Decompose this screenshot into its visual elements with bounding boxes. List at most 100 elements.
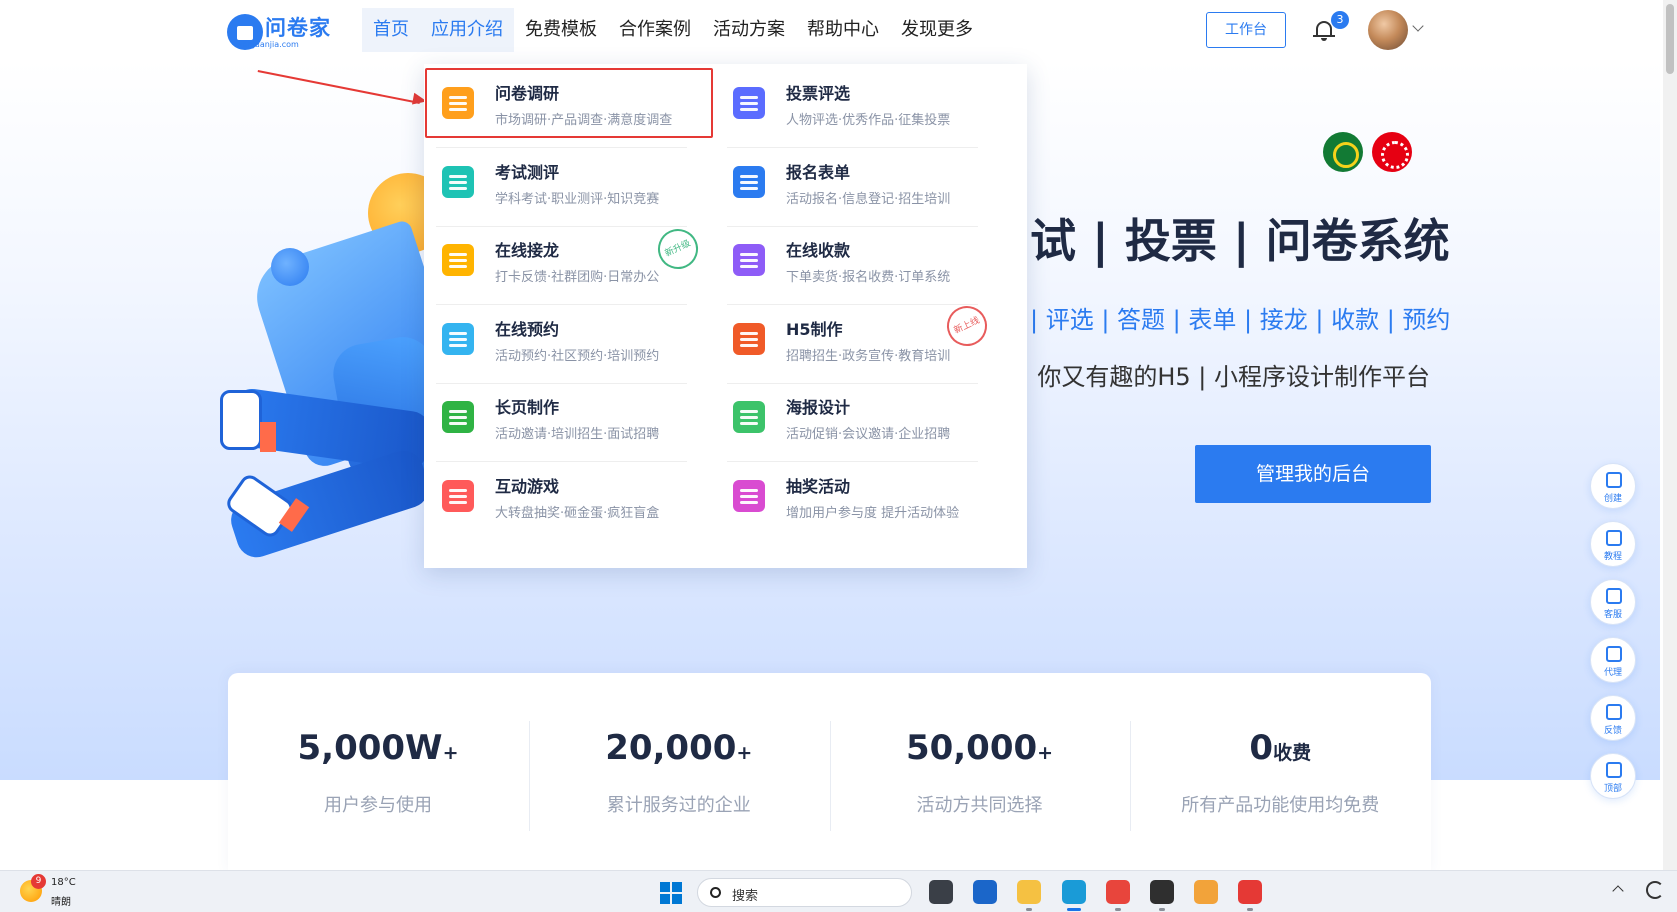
notification-badge: 3 [1331, 11, 1349, 29]
side-tool-1[interactable]: 教程 [1590, 521, 1636, 567]
taskbar-running-indicator [1115, 908, 1121, 911]
dropdown-item-6[interactable]: 在线预约 活动预约·社区预约·培训预约 [424, 300, 699, 384]
side-tool-label: 创建 [1603, 494, 1622, 504]
page-scrollbar[interactable] [1663, 0, 1677, 870]
side-tool-0[interactable]: 创建 [1590, 463, 1636, 509]
hero-title: 试 | 投票 | 问卷系统 [1030, 214, 1450, 268]
site-header: 问卷家 wenjuanjia.com 首页 应用介绍 免费模板 合作案例 活动方案 帮助中… [0, 0, 1660, 60]
longpage-icon [442, 401, 474, 433]
side-tool-2[interactable]: 客服 [1590, 579, 1636, 625]
side-tool-label: 反馈 [1603, 726, 1622, 736]
windows-start-icon[interactable] [660, 882, 682, 904]
annotation-highlight-box [425, 68, 713, 138]
task-view-icon[interactable] [929, 880, 953, 904]
create-icon [1606, 472, 1622, 488]
side-tool-4[interactable]: 反馈 [1590, 695, 1636, 741]
dropdown-item-10[interactable]: 互动游戏 大转盘抽奖·砸金蛋·疯狂盲盒 [424, 457, 699, 541]
dropdown-item-5[interactable]: 在线收款 下单卖货·报名收费·订单系统 [715, 221, 990, 305]
dropdown-item-1[interactable]: 投票评选 人物评选·优秀作品·征集投票 [715, 64, 990, 148]
stat-separator [1130, 721, 1132, 831]
dropdown-item-desc: 增加用户参与度 提升活动体验 [786, 505, 960, 521]
dropdown-item-desc: 活动报名·信息登记·招生培训 [786, 191, 951, 207]
dropdown-item-8[interactable]: 长页制作 活动邀请·培训招生·面试招聘 [424, 378, 699, 462]
stat-label: 活动方共同选择 [916, 795, 1043, 816]
tutorial-icon [1606, 530, 1622, 546]
side-tool-3[interactable]: 代理 [1590, 637, 1636, 683]
dropdown-item-4[interactable]: 在线接龙 打卡反馈·社群团购·日常办公 新升级 [424, 221, 705, 305]
poster-icon [733, 401, 765, 433]
nav-item-4[interactable]: 活动方案 [702, 8, 796, 52]
dropdown-item-11[interactable]: 抽奖活动增加用户参与度 提升活动体验 [715, 457, 990, 541]
nav-item-1[interactable]: 应用介绍 [420, 8, 514, 52]
new-stamp-badge: 新升级 [651, 222, 705, 276]
wps-icon[interactable] [1238, 880, 1262, 904]
user-avatar[interactable] [1368, 10, 1408, 50]
main-nav: 首页 应用介绍 免费模板 合作案例 活动方案 帮助中心 发现更多 [362, 8, 984, 52]
relay-icon [442, 244, 474, 276]
html5-icon [733, 322, 765, 355]
stat-value: 50,000+ [830, 728, 1130, 768]
brand-logo[interactable]: 问卷家 wenjuanjia.com [227, 12, 342, 52]
stat-number: 20,000 [605, 728, 737, 768]
exam-icon [442, 165, 474, 198]
stat-separator [528, 721, 530, 831]
stat-number: 0 [1249, 728, 1274, 768]
stat-value: 0收费 [1130, 728, 1430, 768]
dropdown-item-desc: 学科考试·职业测评·知识竞赛 [495, 191, 660, 207]
edge-icon[interactable] [1062, 880, 1086, 904]
nav-item-5[interactable]: 帮助中心 [796, 8, 890, 52]
lottery-wheel-icon [733, 479, 765, 512]
nav-item-6[interactable]: 发现更多 [890, 8, 984, 52]
system-tray-chevron-icon[interactable] [1612, 885, 1624, 897]
nav-item-2[interactable]: 免费模板 [514, 8, 608, 52]
stat-item-2: 50,000+ 活动方共同选择 [830, 673, 1130, 873]
dropdown-item-desc: 大转盘抽奖·砸金蛋·疯狂盲盒 [495, 505, 660, 521]
taskbar-search[interactable]: 搜索 [697, 878, 912, 907]
chrome-icon[interactable] [1106, 880, 1130, 904]
app-icon[interactable] [1194, 880, 1218, 904]
taskbar-running-indicator [1159, 908, 1165, 911]
side-tool-label: 顶部 [1603, 784, 1622, 794]
taskbar-search-placeholder: 搜索 [732, 889, 759, 904]
dropdown-item-9[interactable]: 海报设计 活动促销·会议邀请·企业招聘 [715, 378, 990, 462]
manage-backend-button[interactable]: 管理我的后台 [1195, 445, 1431, 503]
dropdown-item-3[interactable]: 报名表单 活动报名·信息登记·招生培训 [715, 143, 990, 227]
side-tool-5[interactable]: 顶部 [1590, 753, 1636, 799]
agent-icon [1606, 646, 1622, 662]
vote-icon [733, 87, 765, 119]
nav-item-3[interactable]: 合作案例 [608, 8, 702, 52]
nav-item-0[interactable]: 首页 [362, 8, 420, 52]
store-icon[interactable] [973, 880, 997, 904]
to-top-icon [1606, 762, 1622, 778]
dropdown-item-title: 抽奖活动 [786, 476, 851, 496]
weather-description[interactable]: 晴朗 [51, 893, 71, 908]
stat-number: 5,000W [297, 728, 443, 768]
stat-item-1: 20,000+ 累计服务过的企业 [529, 673, 829, 873]
stat-suffix: 收费 [1273, 742, 1312, 764]
taskbar-running-indicator [1247, 908, 1253, 911]
stat-label: 所有产品功能使用均免费 [1181, 795, 1380, 816]
dropdown-item-title: H5制作 [786, 319, 843, 339]
windows-taskbar: 9 18°C 晴朗 搜索 [0, 870, 1677, 912]
dropdown-item-title: 海报设计 [786, 398, 851, 417]
dropdown-item-2[interactable]: 考试测评学科考试·职业测评·知识竞赛 [424, 143, 699, 227]
stat-item-0: 5,000W+ 用户参与使用 [228, 673, 528, 873]
china-post-logo [1323, 132, 1363, 172]
file-explorer-icon[interactable] [1017, 880, 1041, 904]
calendar-icon [442, 322, 474, 355]
stat-label: 累计服务过的企业 [606, 795, 751, 816]
dropdown-item-title: 考试测评 [495, 162, 560, 182]
sync-icon[interactable] [1646, 881, 1664, 899]
apps-dropdown-menu: 问卷调研 市场调研·产品调查·满意度调查 投票评选 人物评选·优秀作品·征集投票 考试测… [424, 64, 1027, 568]
stat-item-3: 0收费所有产品功能使用均免费 [1130, 673, 1430, 873]
chevron-down-icon[interactable] [1412, 20, 1424, 32]
headset-icon [1606, 588, 1622, 604]
side-tool-label: 代理 [1603, 668, 1622, 678]
sticky-notes-icon[interactable] [1150, 880, 1174, 904]
weather-temperature[interactable]: 18°C [51, 877, 76, 888]
dropdown-item-desc: 活动邀请·培训招生·面试招聘 [495, 427, 660, 442]
scrollbar-thumb[interactable] [1666, 4, 1674, 74]
dropdown-item-7[interactable]: H5制作 招聘招生·政务宣传·教育培训 新上线 [715, 298, 994, 384]
workbench-button[interactable]: 工作台 [1206, 12, 1286, 48]
hero-illustration [200, 160, 474, 563]
